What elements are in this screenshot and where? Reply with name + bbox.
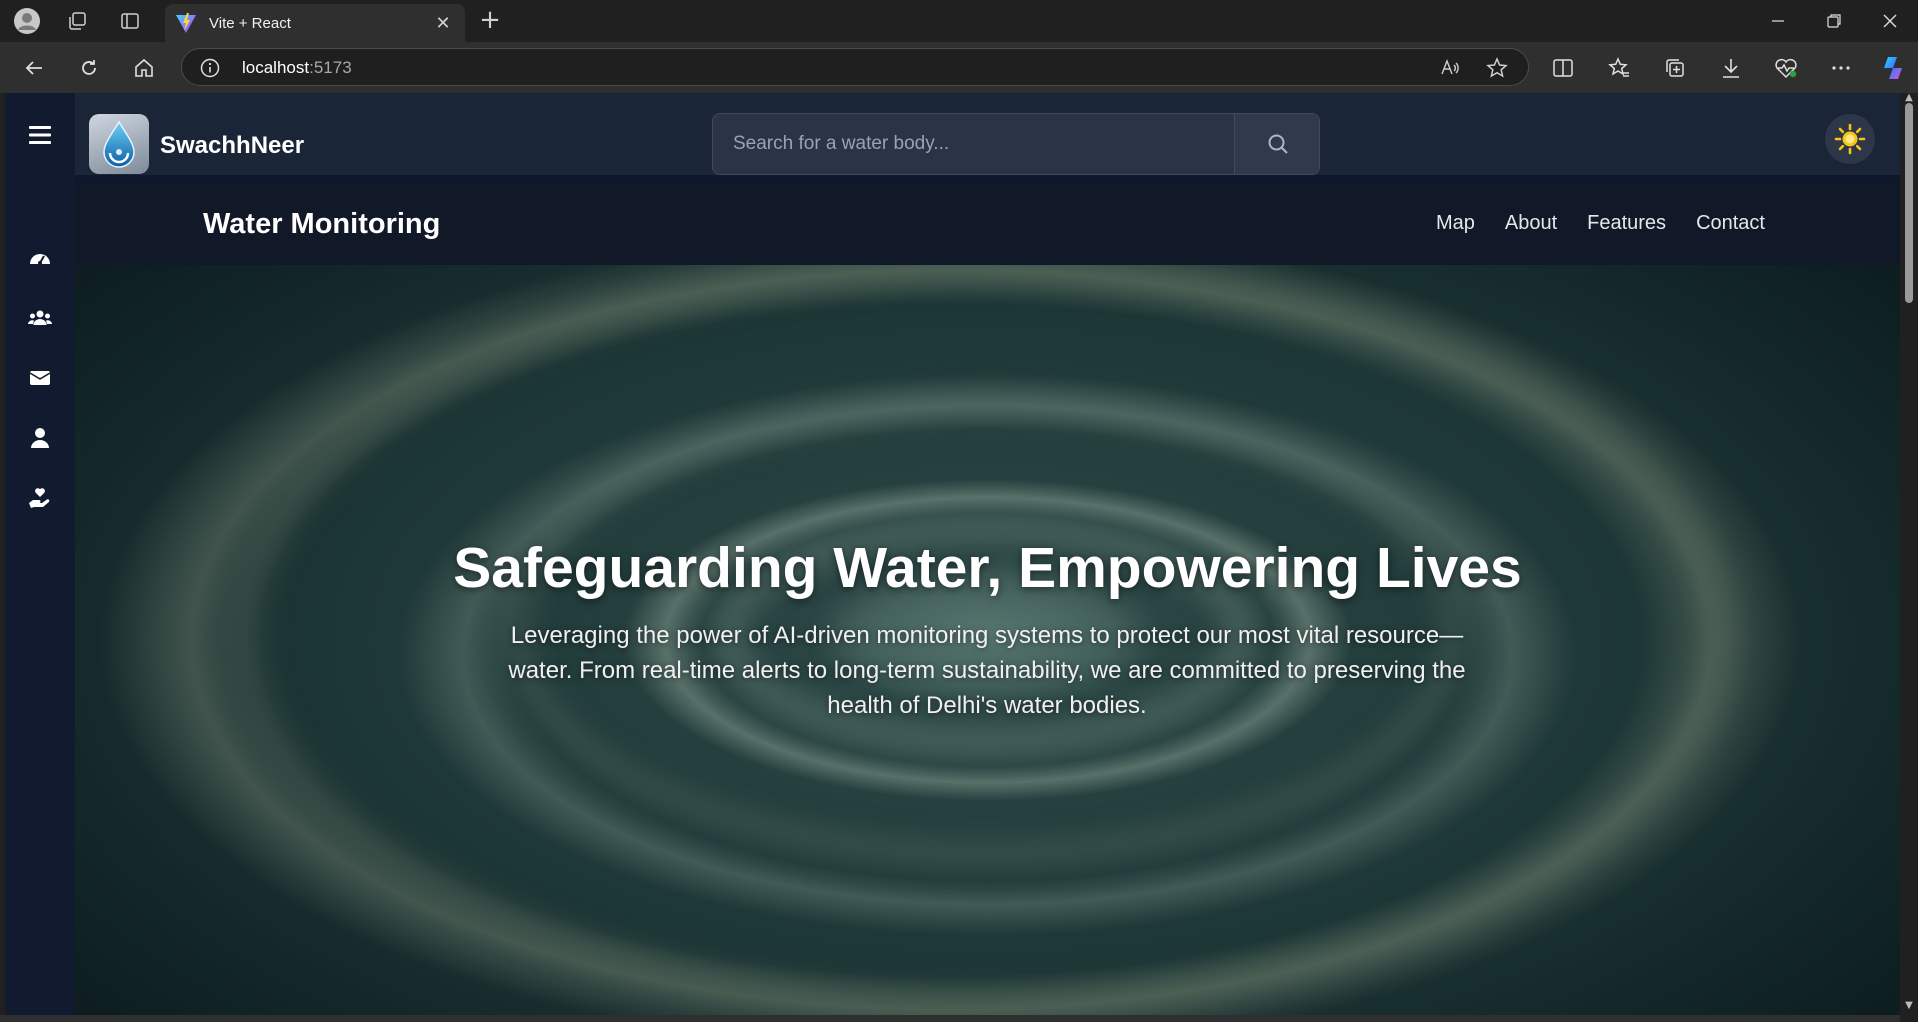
sun-icon xyxy=(1834,123,1866,155)
copilot-icon[interactable] xyxy=(1877,52,1909,84)
horizontal-scrollbar xyxy=(0,1015,1900,1022)
collections-icon[interactable] xyxy=(1659,52,1691,84)
read-aloud-icon[interactable] xyxy=(1437,55,1463,81)
app-header: SwachhNeer xyxy=(75,93,1900,175)
nav-link-about[interactable]: About xyxy=(1505,212,1557,235)
scroll-down-icon[interactable]: ▼ xyxy=(1904,1001,1914,1011)
browser-essentials-icon[interactable] xyxy=(1770,52,1802,84)
workspaces-icon[interactable] xyxy=(62,6,92,36)
dashboard-icon[interactable] xyxy=(25,243,55,273)
sidebar xyxy=(5,93,75,1015)
nav-link-contact[interactable]: Contact xyxy=(1696,212,1765,235)
profile-icon[interactable] xyxy=(12,6,42,36)
tab-title: Vite + React xyxy=(209,14,291,32)
scroll-thumb[interactable] xyxy=(1905,103,1913,303)
page-scrollbar[interactable]: ▲ ▼ xyxy=(1900,93,1918,1022)
user-icon[interactable] xyxy=(25,423,55,453)
tab-vite-react[interactable]: Vite + React ✕ xyxy=(165,4,465,42)
minimize-icon[interactable] xyxy=(1750,0,1805,42)
search-icon xyxy=(1268,134,1288,154)
split-screen-icon[interactable] xyxy=(1547,52,1579,84)
theme-toggle-button[interactable] xyxy=(1825,114,1875,164)
hero-section: Safeguarding Water, Empowering Lives Lev… xyxy=(75,265,1900,1015)
page-viewport: SwachhNeer Water Monitoring M xyxy=(5,93,1900,1015)
address-field[interactable]: localhost:5173 xyxy=(181,48,1529,86)
browser-address-bar: localhost:5173 xyxy=(0,42,1918,93)
hero-title: Safeguarding Water, Empowering Lives xyxy=(453,536,1522,600)
tab-actions-icon[interactable] xyxy=(115,6,145,36)
scroll-up-icon[interactable]: ▲ xyxy=(1904,93,1914,103)
nav-link-map[interactable]: Map xyxy=(1436,212,1475,235)
restore-icon[interactable] xyxy=(1806,0,1861,42)
water-drop-logo-icon[interactable] xyxy=(89,114,149,174)
brand-name[interactable]: SwachhNeer xyxy=(160,132,304,160)
mail-icon[interactable] xyxy=(25,363,55,393)
downloads-icon[interactable] xyxy=(1715,52,1747,84)
menu-icon[interactable] xyxy=(25,120,55,150)
search-box xyxy=(712,113,1320,175)
nav-links: Map About Features Contact xyxy=(1436,212,1765,235)
new-tab-icon[interactable]: + xyxy=(475,6,505,36)
home-icon[interactable] xyxy=(128,52,160,84)
nav-link-features[interactable]: Features xyxy=(1587,212,1666,235)
search-button[interactable] xyxy=(1234,114,1319,174)
vite-logo-icon xyxy=(176,13,196,33)
refresh-icon[interactable] xyxy=(73,52,105,84)
favorite-star-icon[interactable] xyxy=(1484,55,1510,81)
more-menu-icon[interactable] xyxy=(1825,52,1857,84)
browser-tab-bar: Vite + React ✕ + xyxy=(0,0,1918,42)
back-icon[interactable] xyxy=(18,52,50,84)
close-tab-icon[interactable]: ✕ xyxy=(431,13,455,34)
url-text: localhost:5173 xyxy=(242,58,352,77)
hero-subtitle: Leveraging the power of AI-driven monito… xyxy=(508,622,1466,719)
navbar-title[interactable]: Water Monitoring xyxy=(203,208,440,241)
close-window-icon[interactable] xyxy=(1862,0,1917,42)
hand-heart-icon[interactable] xyxy=(25,483,55,513)
site-info-icon[interactable] xyxy=(200,58,220,78)
top-navbar: Water Monitoring Map About Features Cont… xyxy=(75,184,1900,265)
favorites-icon[interactable] xyxy=(1603,52,1635,84)
users-icon[interactable] xyxy=(25,303,55,333)
search-input[interactable] xyxy=(713,114,1233,174)
